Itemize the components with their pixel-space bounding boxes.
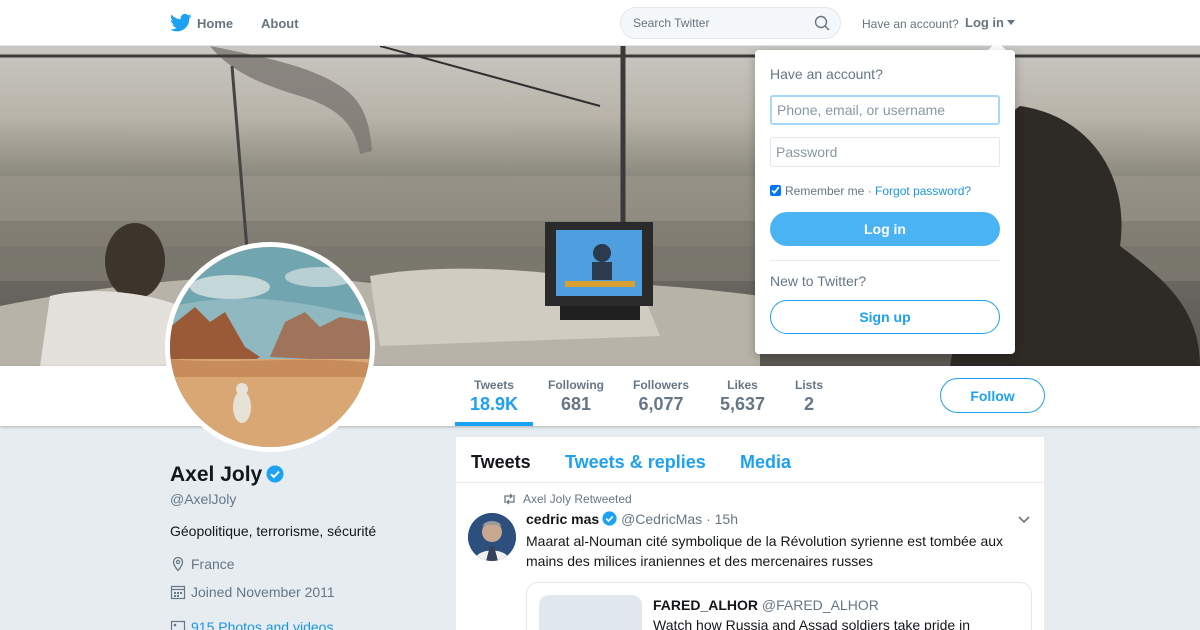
stat-value: 6,077 — [638, 394, 684, 414]
remember-me-label[interactable]: Remember me — [785, 184, 864, 198]
signup-button[interactable]: Sign up — [770, 300, 1000, 334]
username-input[interactable] — [770, 95, 1000, 125]
tweet-author-avatar[interactable] — [468, 513, 516, 561]
stat-label: Lists — [795, 378, 824, 392]
stat-label: Followers — [633, 378, 690, 392]
retweet-icon — [504, 493, 515, 505]
divider — [770, 260, 1000, 261]
login-dropdown-title: Have an account? — [770, 66, 883, 82]
stat-value: 18.9K — [470, 394, 519, 414]
tab-tweets[interactable]: Tweets — [471, 452, 531, 473]
profile-avatar[interactable] — [165, 242, 375, 452]
chevron-down-icon[interactable] — [1018, 515, 1030, 525]
remember-separator: · — [867, 184, 872, 198]
profile-name: Axel Joly — [170, 463, 284, 487]
author-photo — [468, 513, 516, 561]
quoted-author-name: FARED_ALHOR — [653, 597, 759, 613]
verified-badge-icon — [266, 465, 284, 483]
follow-button[interactable]: Follow — [940, 378, 1045, 413]
stat-value: 5,637 — [720, 394, 766, 414]
tab-tweets-replies[interactable]: Tweets & replies — [565, 452, 706, 473]
top-nav: Home About Have an account? Log in — [0, 0, 1200, 46]
search-input[interactable] — [633, 8, 813, 38]
password-input[interactable] — [770, 137, 1000, 167]
stat-followers[interactable]: Followers 6,077 — [633, 378, 689, 415]
login-dropdown-toggle[interactable]: Log in — [965, 15, 1015, 30]
search-box — [620, 7, 841, 39]
active-stat-underline — [455, 422, 533, 426]
photo-icon — [170, 620, 186, 630]
quoted-author-handle: @FARED_ALHOR — [761, 597, 879, 613]
joined-text: Joined November 2011 — [191, 584, 335, 600]
stat-value: 681 — [560, 394, 592, 414]
stat-value: 2 — [804, 394, 815, 414]
stat-likes[interactable]: Likes 5,637 — [720, 378, 765, 415]
nav-home-link[interactable]: Home — [197, 16, 233, 31]
verified-badge-icon — [602, 511, 617, 526]
retweet-context-text[interactable]: Axel Joly Retweeted — [523, 492, 632, 506]
have-account-text: Have an account? — [862, 17, 959, 31]
stat-label: Likes — [727, 378, 758, 392]
quoted-tweet-text: Watch how Russia and Assad soldiers take… — [653, 617, 970, 630]
photos-text: 915 Photos and videos — [191, 619, 334, 630]
retweet-context: Axel Joly Retweeted — [502, 492, 632, 506]
new-to-twitter-text: New to Twitter? — [770, 273, 867, 289]
avatar-desert-image — [170, 247, 370, 447]
profile-handle[interactable]: @AxelJoly — [170, 491, 236, 507]
forgot-password-link[interactable]: Forgot password? — [875, 184, 971, 198]
tweet-header: cedric mas @CedricMas · 15h — [526, 511, 738, 527]
remember-me-checkbox[interactable] — [770, 185, 781, 196]
tweet-author-name[interactable]: cedric mas — [526, 511, 599, 527]
stat-following[interactable]: Following 681 — [548, 378, 604, 415]
profile-bio: Géopolitique, terrorisme, sécurité — [170, 523, 377, 539]
profile-photos-link[interactable]: 915 Photos and videos — [170, 619, 333, 630]
tab-media[interactable]: Media — [740, 452, 791, 473]
timeline-tabs: Tweets Tweets & replies Media — [456, 437, 1044, 483]
profile-name-text: Axel Joly — [170, 463, 263, 486]
quoted-tweet-media — [539, 595, 642, 630]
timeline: Tweets Tweets & replies Media Axel Joly … — [456, 437, 1044, 630]
stat-tweets[interactable]: Tweets 18.9K — [470, 378, 518, 415]
login-dropdown: Have an account? Remember me · Forgot pa… — [755, 50, 1015, 354]
tweet-separator: · — [706, 511, 711, 527]
calendar-icon — [170, 585, 186, 600]
search-icon[interactable] — [814, 15, 830, 31]
login-link-label: Log in — [965, 15, 1004, 30]
profile-joined: Joined November 2011 — [170, 584, 335, 600]
tweet-timestamp[interactable]: 15h — [715, 511, 738, 527]
remember-row: Remember me · Forgot password? — [770, 184, 971, 198]
profile-location: France — [170, 556, 235, 572]
tweet-text: Maarat al-Nouman cité symbolique de la R… — [526, 533, 1004, 569]
tweet-author-handle[interactable]: @CedricMas — [621, 511, 702, 527]
location-text: France — [191, 556, 235, 572]
stat-label: Following — [548, 378, 604, 392]
twitter-bird-icon[interactable] — [170, 13, 192, 33]
location-pin-icon — [172, 556, 184, 572]
dropdown-arrow — [988, 41, 1006, 50]
stat-label: Tweets — [474, 378, 514, 392]
nav-about-link[interactable]: About — [261, 16, 299, 31]
quoted-tweet-header: FARED_ALHOR @FARED_ALHOR — [653, 597, 879, 613]
quoted-tweet[interactable]: FARED_ALHOR @FARED_ALHOR Watch how Russi… — [526, 582, 1032, 630]
login-button[interactable]: Log in — [770, 212, 1000, 246]
caret-down-icon — [1007, 20, 1015, 25]
stat-lists[interactable]: Lists 2 — [795, 378, 823, 415]
